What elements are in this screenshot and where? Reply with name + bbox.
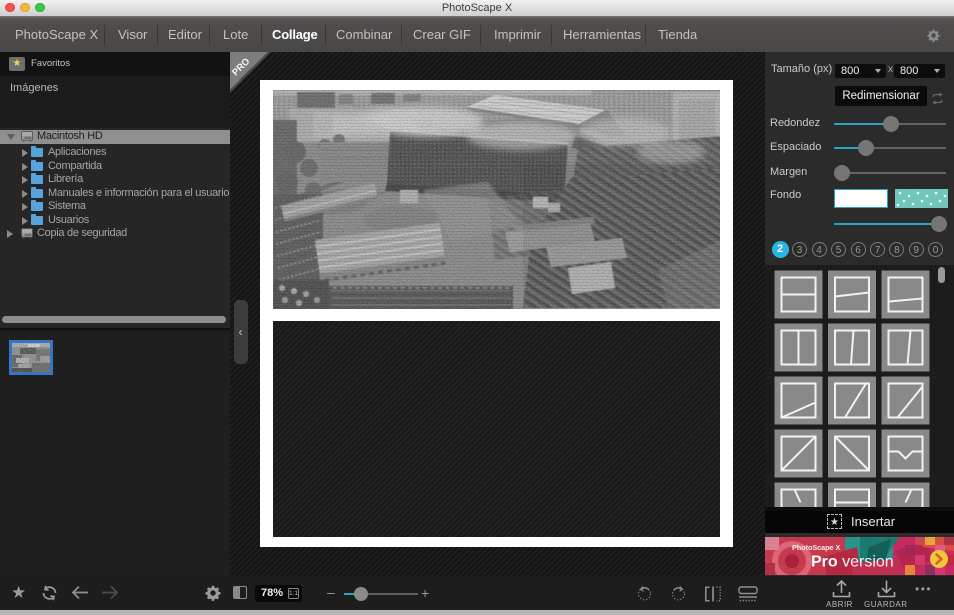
svg-text:PhotoScape X: PhotoScape X bbox=[792, 543, 841, 552]
svg-text:Pro version: Pro version bbox=[811, 554, 894, 571]
